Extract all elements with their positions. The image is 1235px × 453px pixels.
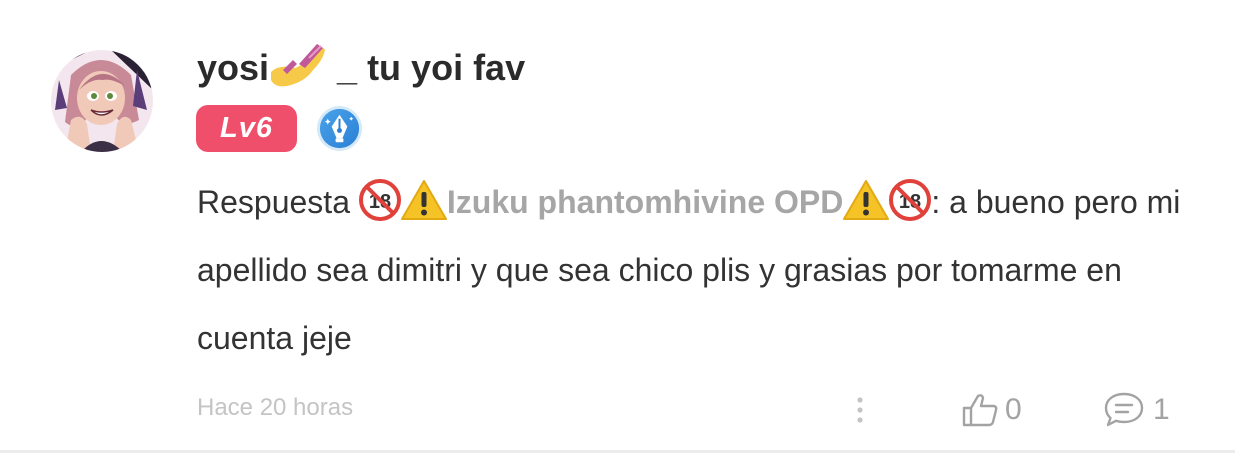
comment-footer: Hace 20 horas 0 1 [0, 388, 1235, 432]
level-badge[interactable]: Lv6 [196, 104, 297, 152]
author-name-suffix: _ tu yoi fav [327, 47, 526, 88]
like-count: 0 [1005, 393, 1022, 426]
author-name-prefix: yosi [197, 47, 270, 88]
thumbs-up-icon [962, 394, 998, 427]
no-under-18-icon: 18 [889, 179, 932, 221]
warning-icon [843, 180, 890, 220]
mention-link[interactable]: Izuku phantomhivine OPD [447, 184, 843, 220]
comment-body: Respuesta 18 Izuku phantomhivine OPD 18 … [197, 168, 1187, 372]
like-button[interactable]: 0 [961, 388, 1022, 432]
more-vertical-icon[interactable] [850, 396, 870, 424]
avatar[interactable] [51, 50, 153, 152]
speech-bubble-icon [1104, 392, 1144, 427]
reply-count: 1 [1153, 393, 1170, 426]
reply-button[interactable]: 1 [1103, 388, 1170, 432]
author-name[interactable]: yosi _ tu yoi fav [197, 40, 525, 96]
no-under-18-icon: 18 [358, 179, 401, 221]
comment-card: yosi _ tu yoi fav Lv6 Respuesta Izuku ph… [0, 0, 1235, 453]
fountain-pen-badge-icon[interactable] [316, 105, 363, 152]
timestamp: Hace 20 horas [197, 394, 354, 421]
reply-prefix: Respuesta [197, 184, 359, 220]
warning-icon [400, 180, 447, 220]
nail-polish-icon [271, 44, 326, 87]
author-badges: Lv6 [196, 104, 363, 152]
